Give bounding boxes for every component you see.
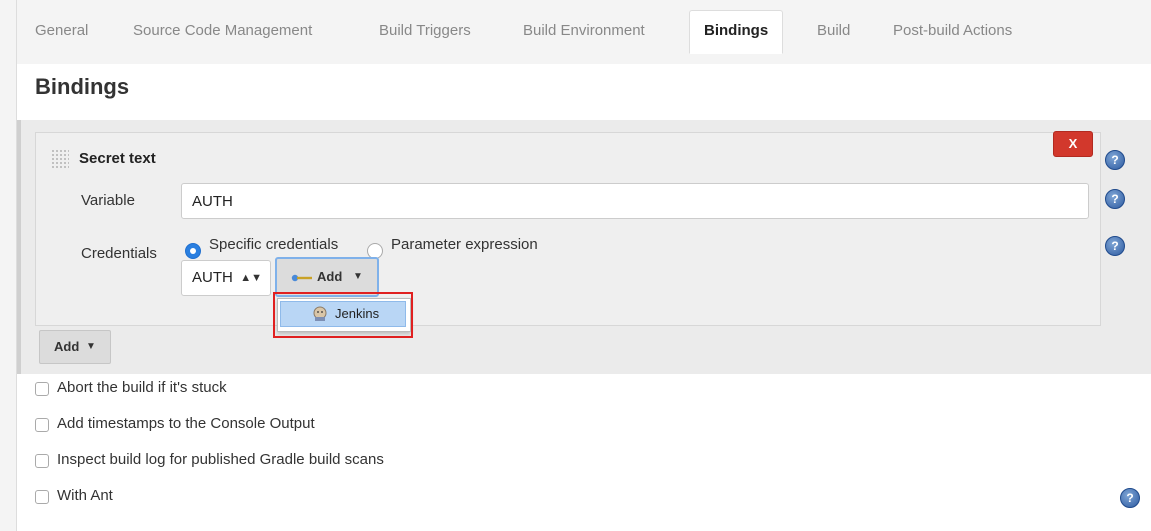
chevron-down-icon: ▼ — [86, 341, 96, 352]
tab-bar: General Source Code Management Build Tri… — [0, 0, 1151, 65]
chevron-down-icon: ▼ — [353, 271, 363, 282]
help-icon[interactable]: ? — [1105, 150, 1125, 170]
variable-label: Variable — [81, 192, 135, 209]
radio-parameter-expression-label: Parameter expression — [391, 236, 538, 253]
tab-strip: General Source Code Management Build Tri… — [16, 0, 1151, 65]
option-label: Add timestamps to the Console Output — [57, 415, 315, 432]
tab-build[interactable]: Build — [803, 11, 864, 51]
binding-title: Secret text — [79, 150, 156, 167]
tab-build-environment[interactable]: Build Environment — [509, 11, 659, 51]
tab-bindings[interactable]: Bindings — [689, 10, 784, 54]
drag-handle-icon[interactable] — [51, 149, 69, 169]
radio-specific-credentials[interactable] — [185, 243, 201, 259]
help-icon[interactable]: ? — [1105, 189, 1125, 209]
radio-specific-credentials-label: Specific credentials — [209, 236, 339, 253]
checkbox-timestamps[interactable] — [35, 418, 49, 432]
section-title: Bindings — [35, 74, 130, 99]
checkbox-abort-stuck[interactable] — [35, 382, 49, 396]
add-credentials-label: Add — [317, 269, 343, 284]
variable-input[interactable] — [181, 183, 1089, 219]
delete-binding-button[interactable]: X — [1053, 131, 1093, 157]
key-icon — [291, 274, 312, 282]
tab-post-build-actions[interactable]: Post-build Actions — [879, 11, 1026, 51]
option-label: Abort the build if it's stuck — [57, 379, 227, 396]
option-label: With Ant — [57, 487, 113, 504]
add-binding-button[interactable]: Add ▼ — [39, 330, 111, 364]
credential-select[interactable]: AUTH ▲▼ — [181, 260, 271, 296]
checkbox-gradle-scans[interactable] — [35, 454, 49, 468]
tab-build-triggers[interactable]: Build Triggers — [365, 11, 485, 51]
credentials-label: Credentials — [81, 245, 157, 262]
add-binding-label: Add — [54, 339, 80, 354]
tab-source-code-management[interactable]: Source Code Management — [119, 11, 326, 51]
highlight-box — [273, 292, 413, 338]
add-credentials-button[interactable]: Add ▼ — [275, 257, 379, 297]
help-icon[interactable]: ? — [1120, 488, 1140, 508]
binding-card-secret-text — [35, 132, 1101, 326]
checkbox-with-ant[interactable] — [35, 490, 49, 504]
config-panel: Bindings Secret text X ? Variable ? Cred… — [16, 64, 1151, 531]
help-icon[interactable]: ? — [1105, 236, 1125, 256]
credential-select-value: AUTH — [192, 269, 233, 286]
select-arrows-icon: ▲▼ — [240, 272, 262, 284]
option-label: Inspect build log for published Gradle b… — [57, 451, 384, 468]
tab-general[interactable]: General — [21, 11, 102, 51]
